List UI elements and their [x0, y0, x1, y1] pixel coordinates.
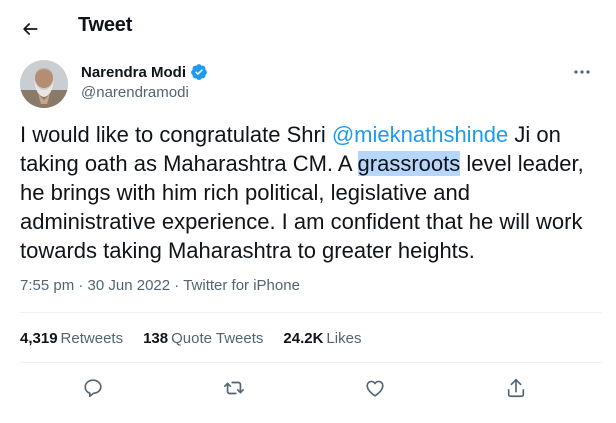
- likes-stat[interactable]: 24.2K Likes: [283, 330, 361, 347]
- reply-button[interactable]: [79, 374, 107, 402]
- back-arrow-icon: [23, 23, 38, 35]
- author-name[interactable]: Narendra Modi: [81, 64, 186, 81]
- tweet-source[interactable]: Twitter for iPhone: [183, 277, 300, 294]
- verified-badge-icon: [191, 64, 207, 80]
- share-button[interactable]: [502, 374, 530, 402]
- more-icon: [574, 70, 590, 74]
- quote-tweets-stat[interactable]: 138 Quote Tweets: [143, 330, 263, 347]
- avatar-image: [20, 60, 68, 108]
- like-icon: [366, 380, 384, 397]
- page-title: Tweet: [78, 14, 133, 36]
- selected-text: grassroots: [357, 151, 461, 176]
- meta-separator: ·: [74, 277, 88, 294]
- tweet-date[interactable]: 30 Jun 2022: [88, 277, 171, 294]
- back-button[interactable]: [14, 13, 46, 45]
- share-icon: [507, 378, 525, 398]
- mention-link[interactable]: @mieknathshinde: [332, 122, 508, 147]
- more-options-button[interactable]: [570, 62, 594, 82]
- author-handle[interactable]: @narendramodi: [81, 84, 189, 101]
- retweets-stat[interactable]: 4,319 Retweets: [20, 330, 123, 347]
- retweet-icon: [224, 381, 244, 395]
- tweet-stats: 4,319 Retweets 138 Quote Tweets 24.2K Likes: [20, 330, 361, 347]
- likes-label: Likes: [326, 330, 362, 347]
- tweet-author: Narendra Modi @narendramodi: [20, 60, 600, 110]
- retweets-count: 4,319: [20, 330, 58, 347]
- likes-count: 24.2K: [283, 330, 324, 347]
- reply-icon: [84, 379, 102, 398]
- tweet-text-part: I would like to congratulate Shri: [20, 122, 332, 147]
- retweets-label: Retweets: [60, 330, 124, 347]
- quote-tweets-count: 138: [143, 330, 169, 347]
- tweet-text: I would like to congratulate Shri @miekn…: [20, 120, 610, 265]
- tweet-actions: [20, 370, 602, 406]
- quote-tweets-label: Quote Tweets: [171, 330, 264, 347]
- retweet-button[interactable]: [220, 374, 248, 402]
- tweet-time[interactable]: 7:55 pm: [20, 277, 74, 294]
- tweet-meta: 7:55 pm · 30 Jun 2022 · Twitter for iPho…: [20, 277, 300, 294]
- tweet-header: Tweet: [0, 0, 616, 56]
- divider: [20, 312, 602, 313]
- avatar[interactable]: [20, 60, 68, 108]
- meta-separator: ·: [170, 277, 184, 294]
- like-button[interactable]: [361, 374, 389, 402]
- divider: [20, 362, 602, 363]
